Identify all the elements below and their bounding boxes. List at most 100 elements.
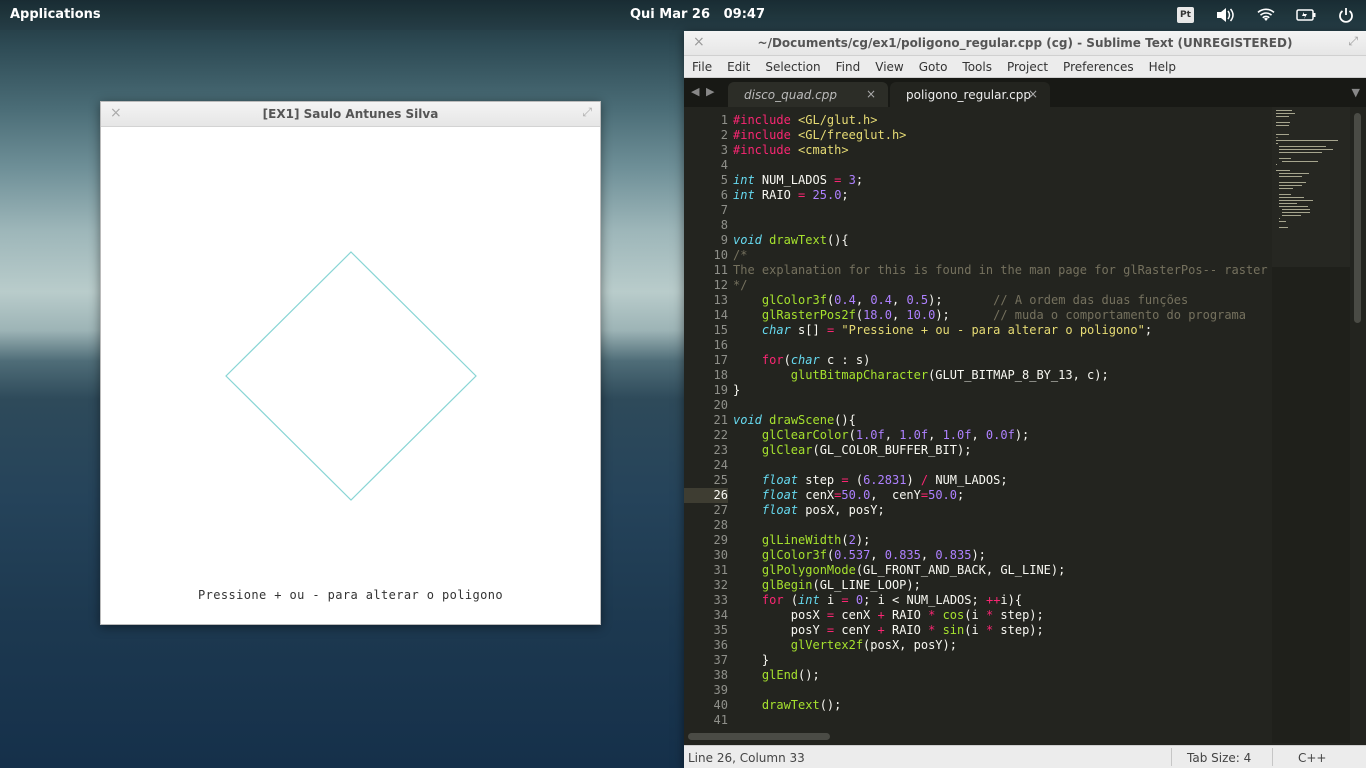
line-number: 9: [720, 233, 728, 247]
volume-icon[interactable]: [1214, 5, 1236, 25]
syntax-selector[interactable]: C++: [1298, 751, 1327, 765]
status-bar: Line 26, Column 33 Tab Size: 4 C++: [684, 745, 1366, 768]
line-number: 30: [713, 548, 728, 562]
minimap-line: [1279, 197, 1304, 198]
close-tab-icon[interactable]: ×: [1028, 87, 1038, 101]
maximize-icon[interactable]: ⤢: [1348, 34, 1358, 49]
minimap-line: [1276, 113, 1296, 114]
battery-icon[interactable]: [1295, 5, 1317, 25]
menu-goto[interactable]: Goto: [919, 60, 948, 74]
minimap-viewport[interactable]: [1272, 107, 1350, 267]
menu-selection[interactable]: Selection: [765, 60, 820, 74]
instruction-text: Pressione + ou - para alterar o poligono: [198, 588, 503, 602]
line-number: 2: [720, 128, 728, 142]
line-number: 33: [713, 593, 728, 607]
code-line: for (int i = 0; i < NUM_LADOS; ++i){: [761, 593, 1023, 607]
menu-bar: File Edit Selection Find View Goto Tools…: [684, 56, 1366, 78]
code-line: */: [733, 278, 748, 292]
line-number: 16: [713, 338, 728, 352]
tab-disco-quad[interactable]: disco_quad.cpp ×: [728, 82, 888, 108]
glut-window-titlebar[interactable]: × [EX1] Saulo Antunes Silva ⤢: [101, 102, 600, 127]
code-line: ​: [733, 218, 1273, 233]
keyboard-layout-indicator[interactable]: Pt: [1177, 7, 1194, 23]
tab-poligono-regular[interactable]: poligono_regular.cpp ×: [890, 82, 1050, 108]
line-number: 1: [720, 113, 728, 127]
regular-polygon: [225, 251, 477, 501]
code-line: #include <GL/freeglut.h>: [733, 128, 907, 142]
minimap-line: [1279, 218, 1280, 219]
code-line: #include <GL/glut.h>: [733, 113, 878, 127]
horizontal-scrollbar[interactable]: [688, 733, 830, 740]
code-line: glColor3f(0.4, 0.4, 0.5); // A ordem das…: [761, 293, 1189, 307]
line-number: 39: [713, 683, 728, 697]
code-line: ​: [733, 338, 1273, 353]
code-line: ​: [733, 158, 1273, 173]
glut-window-title: [EX1] Saulo Antunes Silva: [262, 107, 439, 121]
tab-size-selector[interactable]: Tab Size: 4: [1187, 751, 1251, 765]
line-number-gutter[interactable]: 1 2 3 4 5 6 7 8 9 10 11 12 13 14 15 16 17 18 19 20 21 22 23 24 2…: [684, 113, 728, 728]
applications-menu-button[interactable]: Applications: [10, 7, 101, 22]
minimap[interactable]: [1272, 107, 1350, 743]
polygon-drawing: [225, 251, 477, 501]
code-line: char s[] = "Pressione + ou - para altera…: [761, 323, 1153, 337]
menu-edit[interactable]: Edit: [727, 60, 750, 74]
tab-next-icon[interactable]: ▶: [706, 85, 714, 98]
line-number: 13: [713, 293, 728, 307]
minimap-line: [1279, 176, 1303, 177]
gl-canvas[interactable]: Pressione + ou - para alterar o poligono: [101, 126, 600, 624]
tab-list-dropdown-icon[interactable]: ▼: [1352, 86, 1360, 99]
code-line: glEnd();: [761, 668, 820, 682]
code-line: posX = cenX + RAIO * cos(i * step);: [733, 608, 1044, 622]
line-number: 20: [713, 398, 728, 412]
line-number: 23: [713, 443, 728, 457]
line-number: 7: [720, 203, 728, 217]
wifi-icon[interactable]: [1255, 5, 1277, 25]
code-line: ​: [733, 518, 1273, 533]
minimap-line: [1279, 182, 1307, 183]
code-editor[interactable]: 1 2 3 4 5 6 7 8 9 10 11 12 13 14 15 16 17 18 19 20 21 22 23 24 2…: [684, 107, 1366, 745]
close-tab-icon[interactable]: ×: [866, 87, 876, 101]
menu-view[interactable]: View: [875, 60, 903, 74]
code-line: void drawScene(){: [733, 413, 856, 427]
sublime-titlebar[interactable]: × ~/Documents/cg/ex1/poligono_regular.cp…: [684, 31, 1366, 56]
line-number: 22: [713, 428, 728, 442]
line-number: 12: [713, 278, 728, 292]
line-number: 36: [713, 638, 728, 652]
menu-file[interactable]: File: [692, 60, 712, 74]
code-line: drawText();: [761, 698, 842, 712]
menu-find[interactable]: Find: [836, 60, 861, 74]
status-separator: [1171, 748, 1172, 766]
maximize-icon[interactable]: ⤢: [582, 105, 592, 120]
vertical-scrollbar[interactable]: [1354, 113, 1361, 323]
code-line: glColor3f(0.537, 0.835, 0.835);: [761, 548, 986, 562]
code-line: int NUM_LADOS = 3;: [733, 173, 864, 187]
menu-preferences[interactable]: Preferences: [1063, 60, 1134, 74]
line-number: 37: [713, 653, 728, 667]
line-number: 26: [713, 488, 728, 502]
line-number: 41: [713, 713, 728, 727]
line-number: 4: [720, 158, 728, 172]
menu-project[interactable]: Project: [1007, 60, 1048, 74]
clock[interactable]: Qui Mar 26 09:47: [630, 7, 765, 22]
line-number: 17: [713, 353, 728, 367]
power-icon[interactable]: [1336, 5, 1356, 25]
code-line: }: [733, 383, 741, 397]
sublime-text-window: × ~/Documents/cg/ex1/poligono_regular.cp…: [684, 31, 1366, 768]
minimap-line: [1276, 143, 1278, 144]
minimap-line: [1276, 116, 1289, 117]
line-number: 18: [713, 368, 728, 382]
tab-bar: ◀ ▶ disco_quad.cpp × poligono_regular.cp…: [684, 78, 1366, 108]
menu-help[interactable]: Help: [1149, 60, 1176, 74]
code-line: glClear(GL_COLOR_BUFFER_BIT);: [761, 443, 972, 457]
minimap-line: [1282, 161, 1318, 162]
tab-label: disco_quad.cpp: [744, 88, 837, 102]
line-number: 21: [713, 413, 728, 427]
minimap-line: [1279, 221, 1286, 222]
minimap-line: [1276, 125, 1289, 126]
menu-tools[interactable]: Tools: [962, 60, 992, 74]
line-number: 28: [713, 518, 728, 532]
tab-prev-icon[interactable]: ◀: [691, 85, 699, 98]
code-area[interactable]: #include <GL/glut.h> #include <GL/freeglu…: [733, 113, 1273, 728]
line-number: 24: [713, 458, 728, 472]
minimap-line: [1279, 185, 1302, 186]
